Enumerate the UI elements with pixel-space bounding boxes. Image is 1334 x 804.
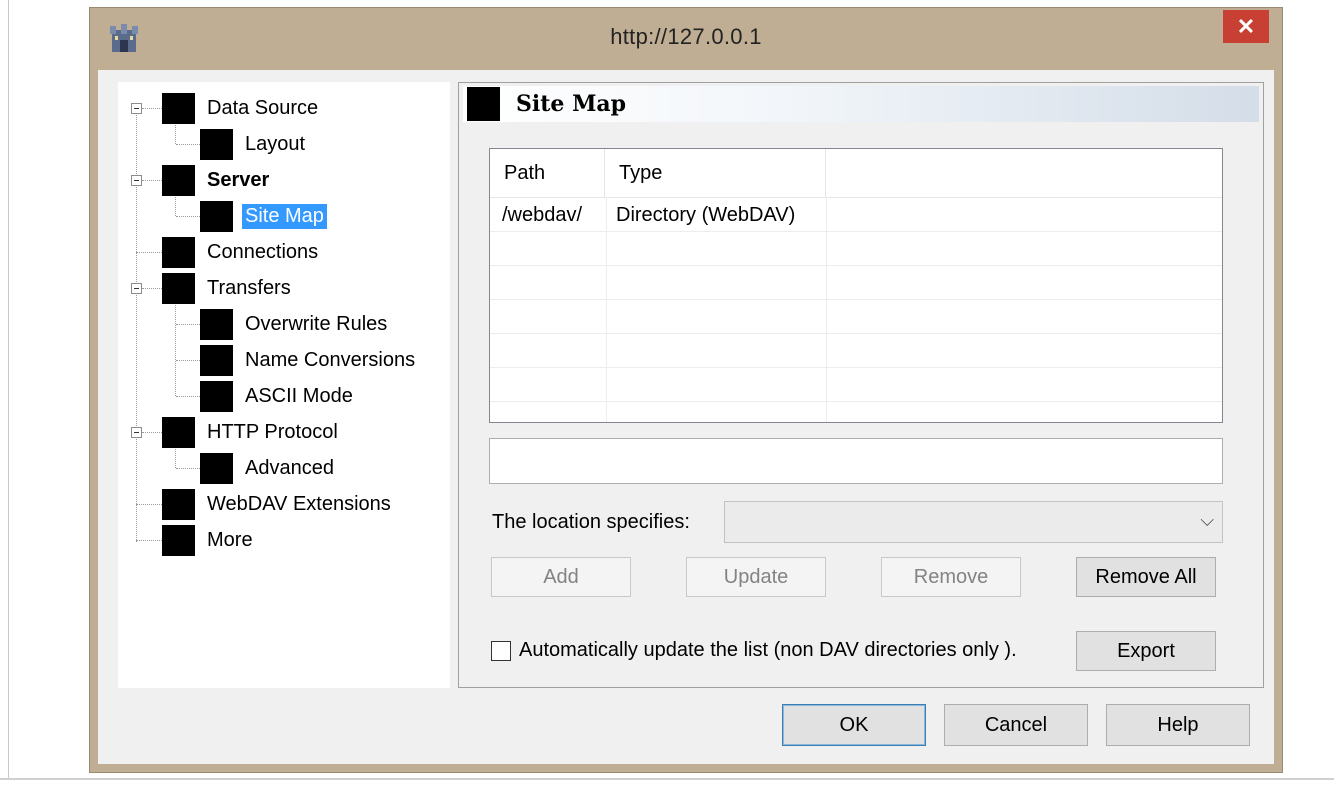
close-button[interactable]: ✕ [1223, 10, 1269, 43]
tree-line [136, 504, 162, 505]
ascii-mode-icon [200, 380, 233, 412]
tree-line [136, 540, 162, 541]
column-header-type[interactable]: Type [605, 149, 826, 197]
grid-line [490, 401, 1222, 402]
background-window-edge [0, 0, 9, 780]
help-button[interactable]: Help [1106, 704, 1250, 746]
tree-item-label: Site Map [242, 203, 327, 229]
tree-item-label: Data Source [207, 96, 319, 119]
http-protocol-icon [162, 416, 195, 448]
tree-item-layout[interactable]: Layout [200, 128, 308, 160]
tree-item-label: Transfers [207, 276, 291, 299]
tree-item-label: WebDAV Extensions [207, 492, 391, 515]
tree-line [176, 324, 200, 325]
add-button[interactable]: Add [491, 557, 631, 597]
tree-line [136, 108, 137, 542]
site-map-panel: Site Map Path Type /webdav/ Directory (W… [458, 82, 1264, 688]
tree-item-advanced[interactable]: Advanced [200, 452, 337, 484]
collapse-toggle-http-protocol[interactable] [131, 427, 142, 438]
grid-line [490, 333, 1222, 334]
auto-update-label[interactable]: Automatically update the list (non DAV d… [519, 639, 1017, 662]
layout-icon [200, 128, 233, 160]
tree-item-label: Layout [245, 132, 306, 155]
background-window-bottom-edge [0, 778, 1334, 780]
column-header-path[interactable]: Path [490, 149, 605, 197]
tree-item-webdav-extensions[interactable]: WebDAV Extensions [162, 488, 394, 520]
tree-item-more[interactable]: More [162, 524, 256, 556]
list-header: Path Type [490, 149, 1222, 198]
tree-item-label: Server [207, 168, 270, 191]
grid-line [490, 367, 1222, 368]
tree-line [142, 432, 162, 433]
tree-item-data-source[interactable]: Data Source [162, 92, 321, 124]
connections-icon [162, 236, 195, 268]
chevron-down-icon: ⌵ [1200, 510, 1214, 530]
tree-item-http-protocol[interactable]: HTTP Protocol [162, 416, 341, 448]
panel-title: Site Map [516, 91, 627, 117]
tree-line [176, 144, 200, 145]
tree-line [142, 288, 162, 289]
tree-line [176, 396, 200, 397]
tree-line [175, 294, 176, 396]
site-map-icon [200, 200, 233, 232]
transfers-icon [162, 272, 195, 304]
tree-item-server[interactable]: Server [162, 164, 272, 196]
grid-line [490, 265, 1222, 266]
server-icon [162, 164, 195, 196]
more-icon [162, 524, 195, 556]
close-icon: ✕ [1236, 13, 1256, 39]
collapse-toggle-server[interactable] [131, 175, 142, 186]
tree-line [176, 360, 200, 361]
tree-item-ascii-mode[interactable]: ASCII Mode [200, 380, 356, 412]
ok-button[interactable]: OK [782, 704, 926, 746]
tree-item-label: ASCII Mode [245, 384, 353, 407]
cell-path[interactable]: /webdav/ [502, 204, 582, 227]
column-header-label: Type [619, 161, 663, 184]
overwrite-rules-icon [200, 308, 233, 340]
panel-header: Site Map [463, 86, 1259, 122]
cell-type[interactable]: Directory (WebDAV) [616, 204, 795, 227]
name-conversions-icon [200, 344, 233, 376]
tree-line [142, 108, 162, 109]
data-source-icon [162, 92, 195, 124]
export-button[interactable]: Export [1076, 631, 1216, 671]
remove-all-button[interactable]: Remove All [1076, 557, 1216, 597]
grid-line [490, 231, 1222, 232]
collapse-toggle-data-source[interactable] [131, 103, 142, 114]
auto-update-checkbox[interactable] [491, 641, 511, 661]
tree-item-label: Name Conversions [245, 348, 416, 371]
tree-item-label: HTTP Protocol [207, 420, 338, 443]
window-title: http://127.0.0.1 [610, 24, 762, 49]
grid-line [490, 299, 1222, 300]
tree-line [142, 180, 162, 181]
update-button[interactable]: Update [686, 557, 826, 597]
cancel-button[interactable]: Cancel [944, 704, 1088, 746]
tree-item-label: Overwrite Rules [245, 312, 388, 335]
tree-item-label: Advanced [245, 456, 334, 479]
settings-tree[interactable]: Data Source Layout Server Site Map Conne… [118, 82, 450, 688]
tree-item-transfers[interactable]: Transfers [162, 272, 294, 304]
tree-line [176, 468, 200, 469]
tree-item-connections[interactable]: Connections [162, 236, 321, 268]
tree-item-label: Connections [207, 240, 319, 263]
tree-item-site-map[interactable]: Site Map [200, 200, 327, 232]
tree-item-label: More [207, 528, 253, 551]
location-label: The location specifies: [492, 511, 690, 533]
tree-item-name-conversions[interactable]: Name Conversions [200, 344, 418, 376]
collapse-toggle-transfers[interactable] [131, 283, 142, 294]
tree-line [176, 216, 200, 217]
remove-button[interactable]: Remove [881, 557, 1021, 597]
location-select[interactable]: ⌵ [724, 501, 1223, 543]
title-bar[interactable]: http://127.0.0.1 ✕ [90, 8, 1282, 70]
column-header-label: Path [504, 161, 546, 184]
site-map-list[interactable]: Path Type /webdav/ Directory (WebDAV) [489, 148, 1223, 423]
dialog-client-area: Data Source Layout Server Site Map Conne… [98, 70, 1274, 764]
advanced-icon [200, 452, 233, 484]
site-map-header-icon [467, 87, 500, 121]
tree-item-overwrite-rules[interactable]: Overwrite Rules [200, 308, 390, 340]
dialog-window: http://127.0.0.1 ✕ Data Source Layout Se… [89, 7, 1283, 773]
path-field[interactable] [489, 438, 1223, 484]
tree-line [136, 252, 162, 253]
webdav-extensions-icon [162, 488, 195, 520]
